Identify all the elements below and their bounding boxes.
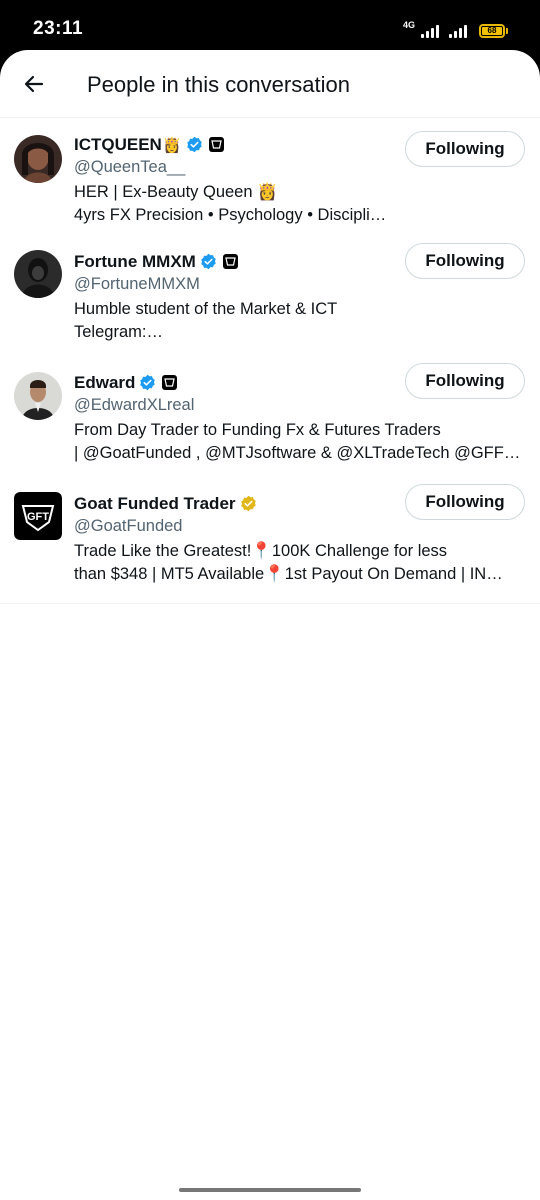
- avatar[interactable]: [14, 135, 62, 183]
- bio-line: HER | Ex-Beauty Queen 👸: [74, 183, 278, 201]
- following-button[interactable]: Following: [405, 484, 525, 520]
- header: People in this conversation: [0, 50, 540, 118]
- status-icons: 4G 68: [403, 20, 508, 38]
- affiliate-badge-icon: [208, 137, 224, 152]
- affiliate-badge-icon: [222, 254, 238, 269]
- conversation-people-sheet: People in this conversation ICTQUEEN 👸 @…: [0, 50, 540, 1200]
- battery-level: 68: [482, 27, 502, 35]
- list-item[interactable]: Edward @EdwardXLreal From Day Trader to …: [0, 358, 540, 480]
- verified-gold-badge-icon: [240, 495, 256, 512]
- following-button[interactable]: Following: [405, 363, 525, 399]
- following-button[interactable]: Following: [405, 243, 525, 279]
- following-button[interactable]: Following: [405, 131, 525, 167]
- bio-line: than $348 | MT5 Available📍1st Payout On …: [74, 565, 503, 583]
- bio-line: From Day Trader to Funding Fx & Futures …: [74, 421, 441, 439]
- display-name[interactable]: ICTQUEEN: [74, 135, 162, 155]
- bio-line: Trade Like the Greatest!📍100K Challenge …: [74, 542, 448, 560]
- bio-line: 4yrs FX Precision • Psychology • Discipl…: [74, 206, 387, 224]
- page-title: People in this conversation: [87, 72, 350, 97]
- verified-badge-icon: [140, 374, 156, 391]
- battery-icon: 68: [479, 24, 508, 38]
- back-button[interactable]: [20, 70, 48, 98]
- network-type-label: 4G: [402, 20, 415, 30]
- list-item[interactable]: ICTQUEEN 👸 @QueenTea__ HER | Ex-Beauty Q…: [0, 118, 540, 238]
- list-item[interactable]: Fortune MMXM @FortuneMMXM Humble student…: [0, 238, 540, 358]
- affiliate-badge-icon: [162, 375, 178, 390]
- verified-badge-icon: [186, 136, 202, 153]
- avatar[interactable]: GFT: [14, 492, 62, 540]
- bio: From Day Trader to Funding Fx & Futures …: [74, 419, 529, 465]
- arrow-left-icon: [24, 75, 44, 93]
- avatar[interactable]: [14, 372, 62, 420]
- bio-line: | @GoatFunded , @MTJsoftware & @XLTradeT…: [74, 444, 521, 462]
- bio: HER | Ex-Beauty Queen 👸 4yrs FX Precisio…: [74, 181, 529, 227]
- bio: Humble student of the Market & ICT Teleg…: [74, 298, 529, 344]
- signal-strength-icon: [421, 25, 439, 38]
- display-name[interactable]: Edward: [74, 373, 135, 393]
- people-list: ICTQUEEN 👸 @QueenTea__ HER | Ex-Beauty Q…: [0, 118, 540, 604]
- signal-strength-icon-2: [449, 25, 467, 38]
- avatar[interactable]: [14, 250, 62, 298]
- bio: Trade Like the Greatest!📍100K Challenge …: [74, 540, 529, 586]
- status-time: 23:11: [33, 18, 84, 39]
- home-indicator[interactable]: [179, 1188, 361, 1192]
- display-name[interactable]: Fortune MMXM: [74, 252, 196, 272]
- bio-line: Telegram:…: [74, 323, 163, 341]
- display-name[interactable]: Goat Funded Trader: [74, 494, 236, 514]
- list-item[interactable]: GFT Goat Funded Trader @GoatFunded Trade…: [0, 480, 540, 603]
- name-emoji: 👸: [162, 136, 182, 154]
- bio-line: Humble student of the Market & ICT: [74, 300, 338, 318]
- status-bar: 23:11 4G 68: [0, 0, 540, 56]
- svg-text:GFT: GFT: [27, 511, 49, 523]
- verified-badge-icon: [201, 253, 216, 270]
